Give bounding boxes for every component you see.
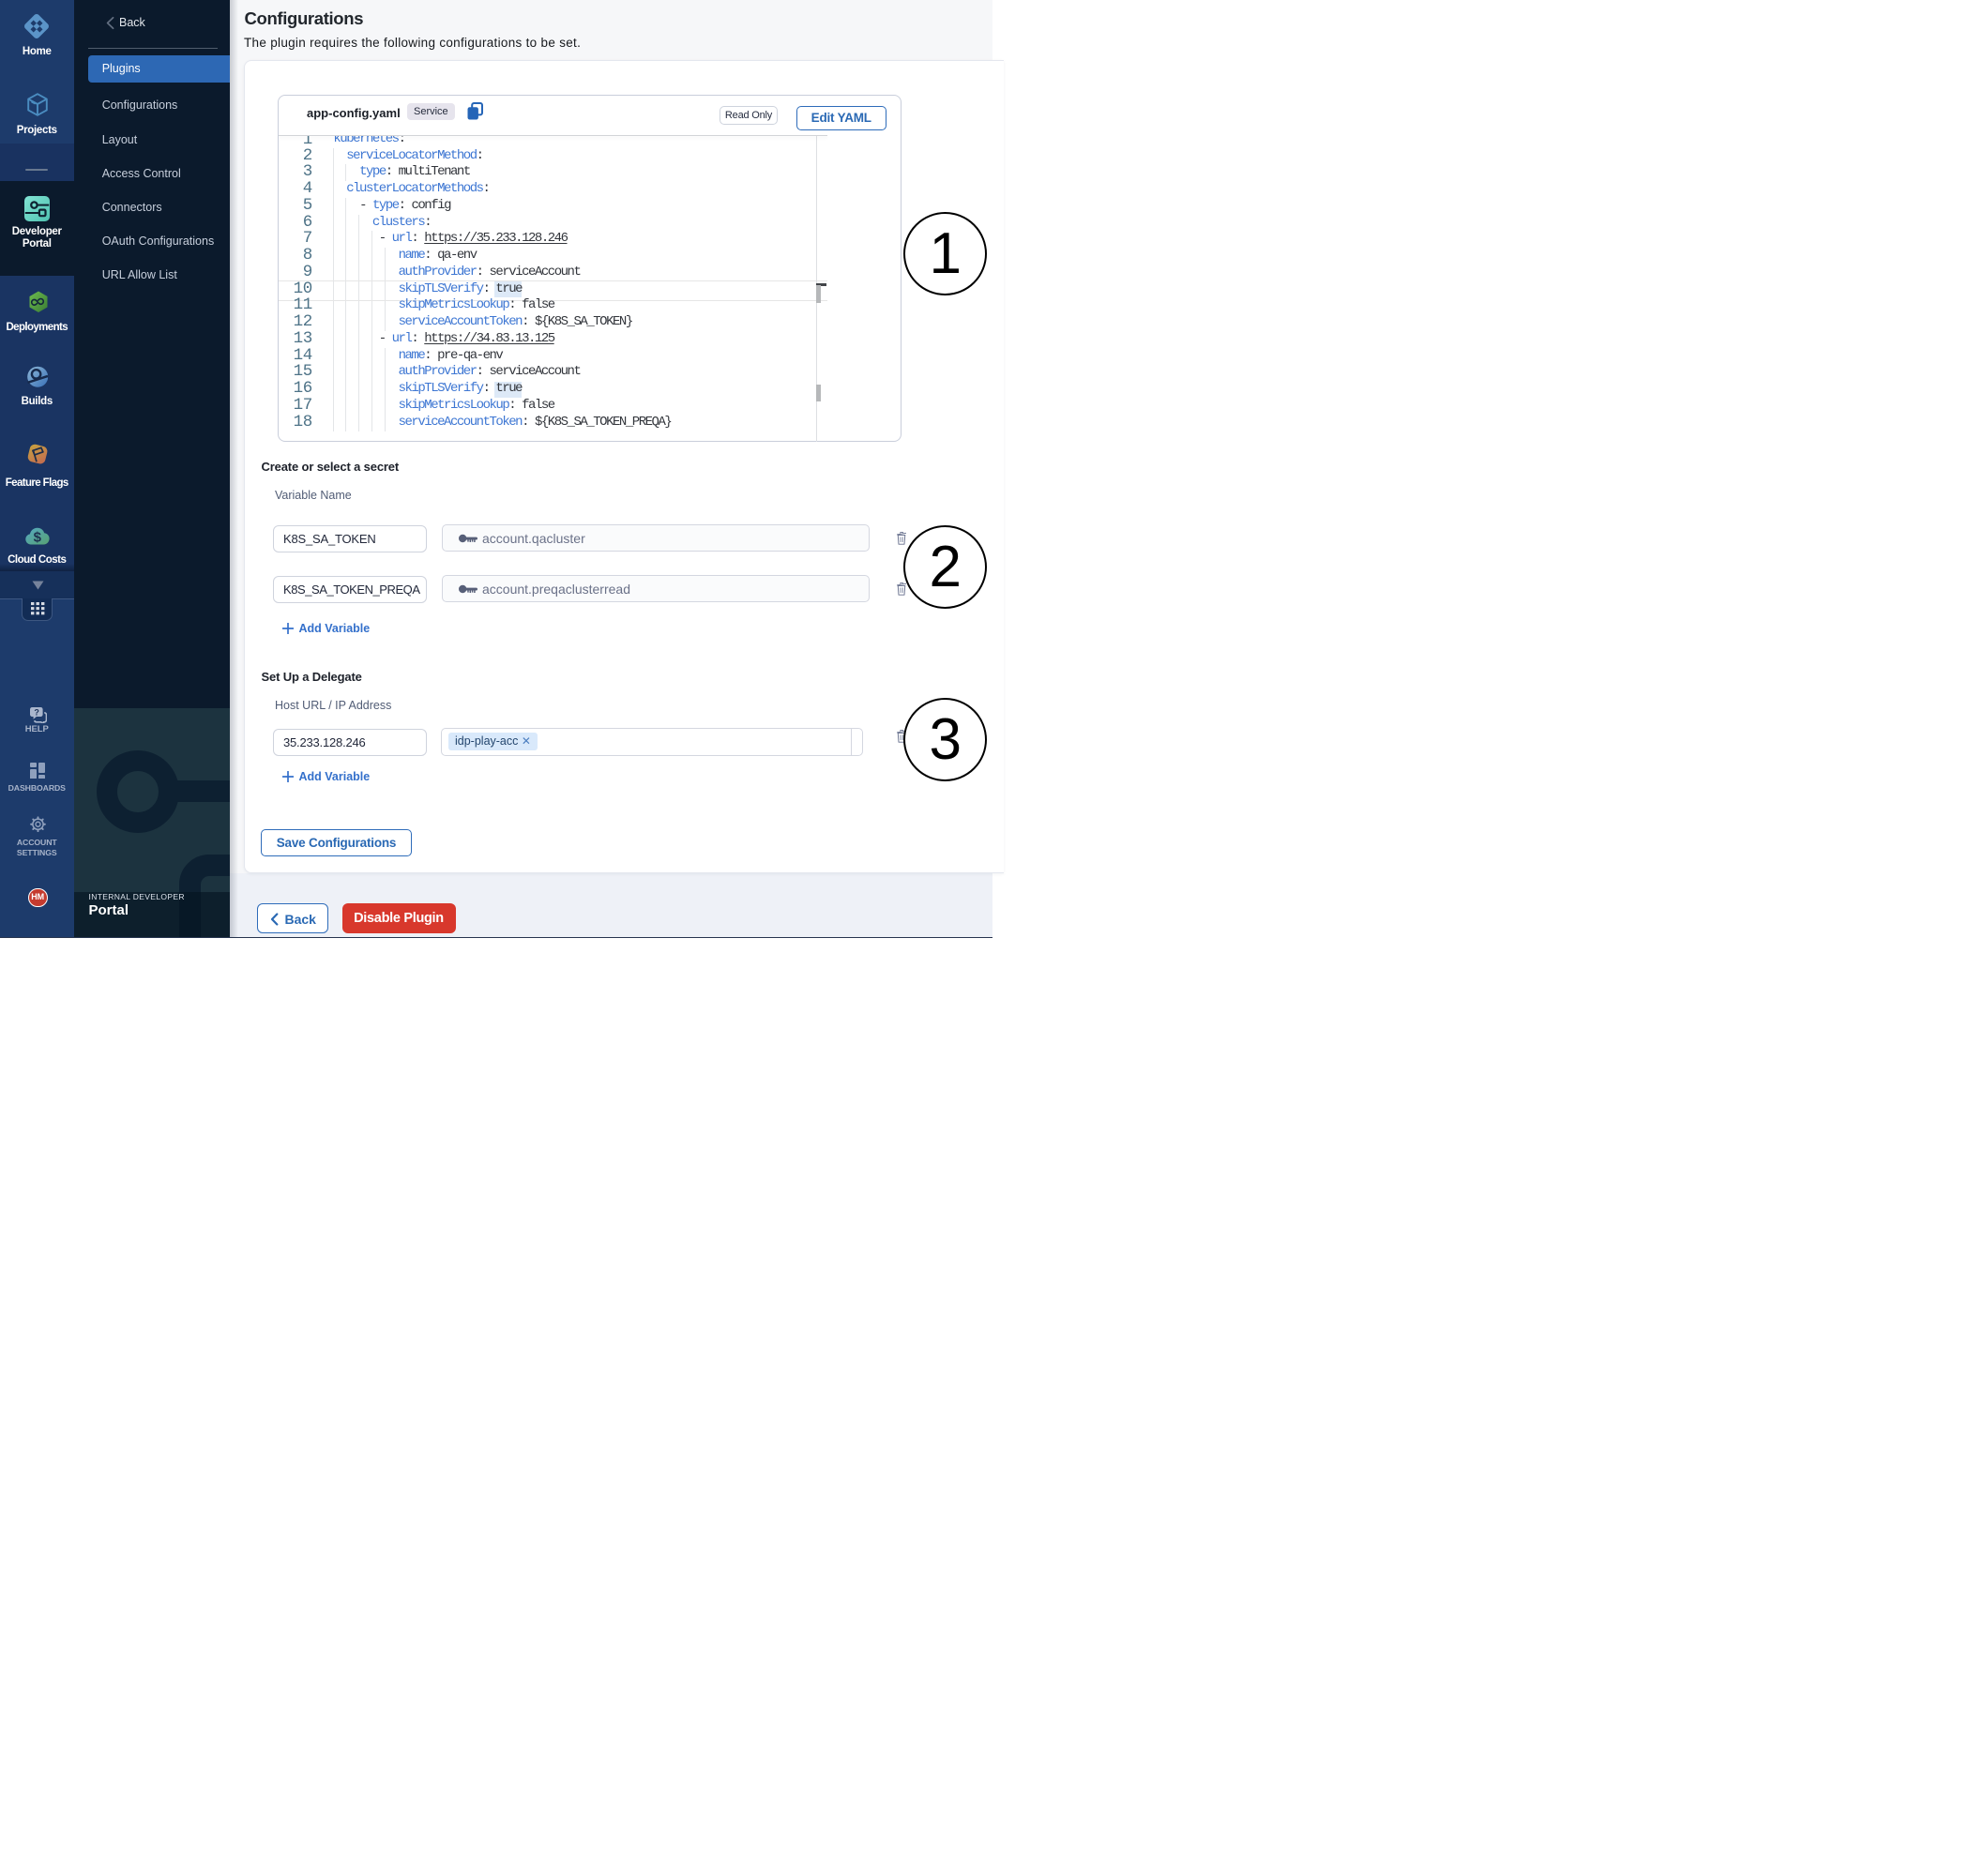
svg-text:?: ? bbox=[34, 707, 39, 717]
svg-text:$: $ bbox=[34, 529, 42, 545]
